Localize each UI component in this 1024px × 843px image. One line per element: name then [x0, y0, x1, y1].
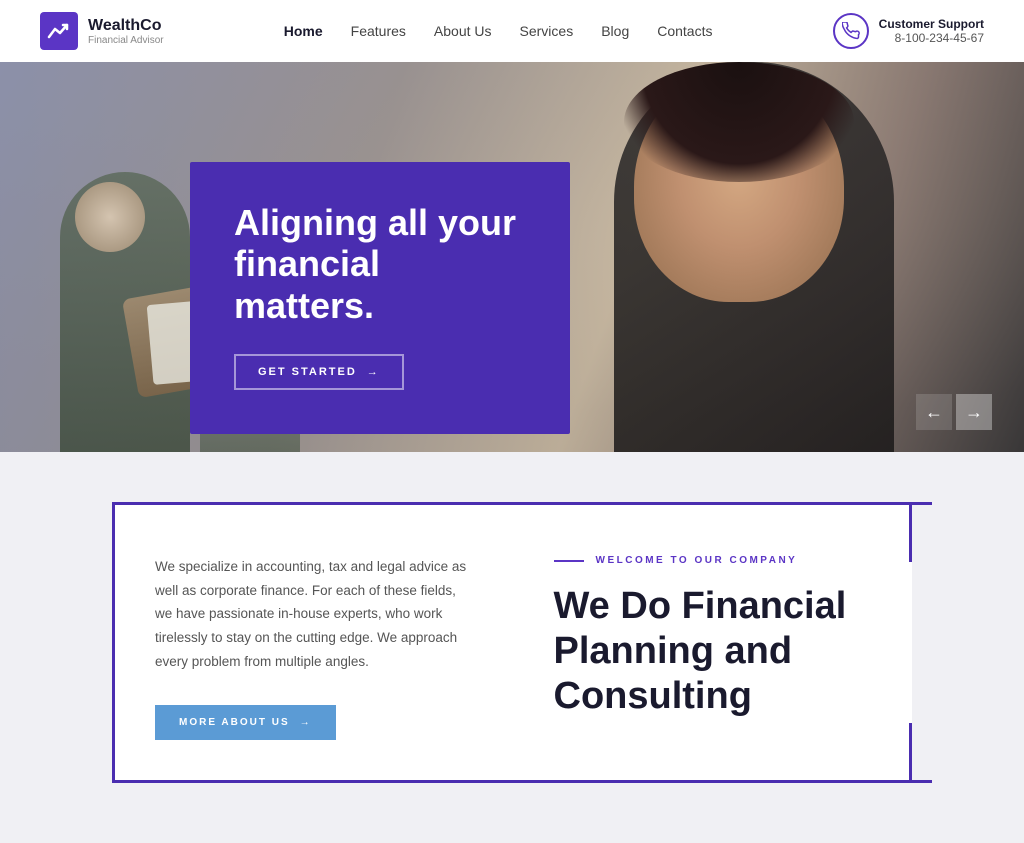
nav-home[interactable]: Home: [284, 23, 323, 39]
card-left-panel: We specialize in accounting, tax and leg…: [115, 505, 514, 780]
hero-cta-label: GET STARTED: [258, 366, 357, 378]
company-description: We specialize in accounting, tax and leg…: [155, 555, 474, 673]
deco-bottom-right: [909, 723, 912, 783]
brand-tagline: Financial Advisor: [88, 35, 164, 46]
logo-area: WealthCo Financial Advisor: [40, 12, 164, 50]
slider-controls: ← →: [916, 394, 992, 430]
hero-title: Aligning all your financial matters.: [234, 202, 526, 326]
more-arrow: →: [300, 717, 312, 728]
support-area: Customer Support 8-100-234-45-67: [833, 13, 984, 49]
content-card: We specialize in accounting, tax and leg…: [112, 502, 912, 783]
hero-cta-arrow: →: [367, 366, 380, 378]
welcome-line-decoration: [554, 560, 584, 562]
welcome-text: WELCOME TO OUR COMPANY: [596, 555, 798, 566]
logo-text: WealthCo Financial Advisor: [88, 17, 164, 46]
site-header: WealthCo Financial Advisor Home Features…: [0, 0, 1024, 62]
heading-line2: Planning and: [554, 630, 793, 672]
card-right-panel: WELCOME TO OUR COMPANY We Do Financial P…: [514, 505, 913, 780]
nav-blog[interactable]: Blog: [601, 23, 629, 39]
nav-features[interactable]: Features: [351, 23, 406, 39]
support-phone: 8-100-234-45-67: [879, 31, 984, 45]
support-icon: [833, 13, 869, 49]
slider-prev-button[interactable]: ←: [916, 394, 952, 430]
welcome-label-area: WELCOME TO OUR COMPANY: [554, 555, 873, 566]
nav-contacts[interactable]: Contacts: [657, 23, 712, 39]
hero-content-card: Aligning all your financial matters. GET…: [190, 162, 570, 434]
main-nav: Home Features About Us Services Blog Con…: [284, 23, 713, 39]
more-label: MORE ABOUT US: [179, 717, 290, 728]
hero-section: Aligning all your financial matters. GET…: [0, 62, 1024, 452]
nav-about[interactable]: About Us: [434, 23, 492, 39]
heading-line1: We Do Financial: [554, 585, 847, 627]
nav-services[interactable]: Services: [520, 23, 574, 39]
slider-next-button[interactable]: →: [956, 394, 992, 430]
heading-line3: Consulting: [554, 675, 752, 717]
hero-cta-button[interactable]: GET STARTED →: [234, 354, 404, 390]
hero-person-main: [584, 62, 924, 452]
deco-top-right: [909, 502, 912, 562]
section-heading: We Do Financial Planning and Consulting: [554, 584, 873, 718]
support-label: Customer Support: [879, 17, 984, 31]
more-about-us-button[interactable]: MORE ABOUT US →: [155, 705, 336, 740]
brand-name: WealthCo: [88, 17, 164, 35]
logo-icon: [40, 12, 78, 50]
support-text: Customer Support 8-100-234-45-67: [879, 17, 984, 45]
company-section: We specialize in accounting, tax and leg…: [0, 452, 1024, 843]
